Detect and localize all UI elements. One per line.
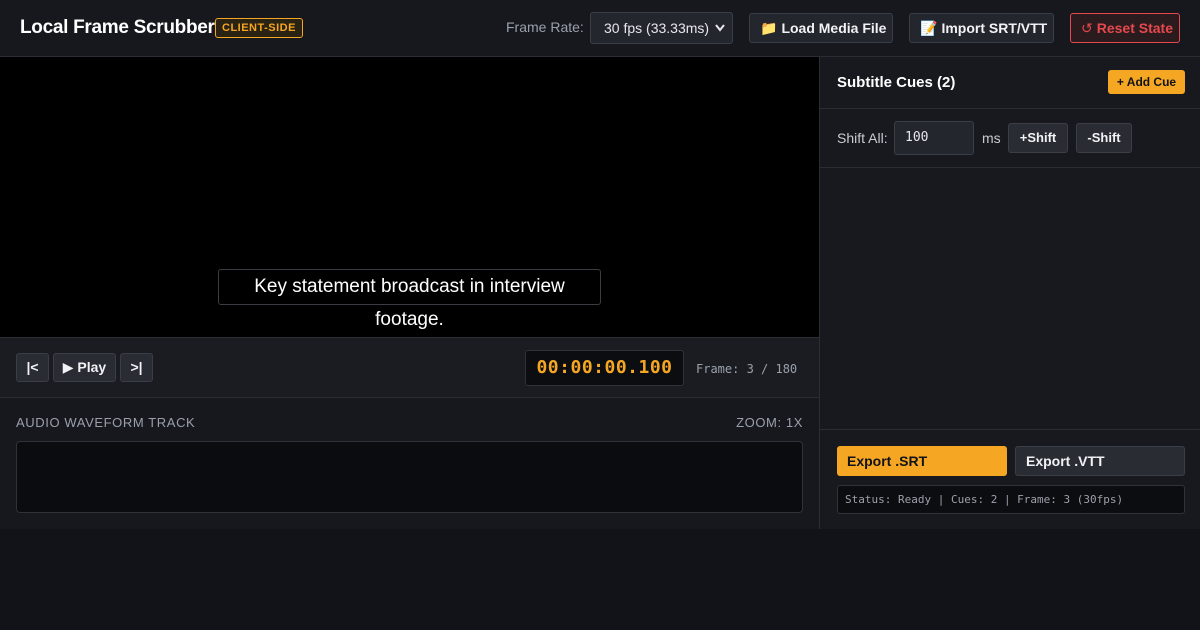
frame-rate-label: Frame Rate: (506, 19, 584, 35)
cues-header: Subtitle Cues (2) + Add Cue (820, 57, 1200, 109)
waveform-section: AUDIO WAVEFORM TRACK ZOOM: 1X (0, 398, 819, 529)
shift-ms-input[interactable]: 100 (894, 121, 974, 155)
reset-state-button[interactable]: ↺ Reset State (1070, 13, 1180, 43)
waveform-track[interactable] (16, 441, 803, 513)
reset-arrow-icon: ↺ (1081, 20, 1093, 36)
import-subtitles-label: Import SRT/VTT (941, 20, 1048, 36)
status-bar: Status: Ready | Cues: 2 | Frame: 3 (30fp… (837, 485, 1185, 514)
chevron-down-icon (714, 13, 726, 55)
first-frame-button[interactable]: |< (16, 353, 49, 382)
cue-list[interactable] (820, 168, 1200, 429)
reset-state-label: Reset State (1096, 20, 1173, 36)
waveform-zoom: ZOOM: 1X (736, 415, 803, 430)
frame-rate-select[interactable]: 30 fps (33.33ms) (590, 12, 733, 44)
cues-title: Subtitle Cues (2) (837, 74, 956, 91)
export-vtt-button[interactable]: Export .VTT (1015, 446, 1185, 476)
folder-icon: 📁 (760, 20, 778, 36)
export-srt-button[interactable]: Export .SRT (837, 446, 1007, 476)
last-frame-button[interactable]: >| (120, 353, 153, 382)
add-cue-button[interactable]: + Add Cue (1108, 70, 1185, 94)
shift-all-row: Shift All: 100 ms +Shift -Shift (820, 109, 1200, 168)
play-button[interactable]: ▶ Play (53, 353, 116, 382)
client-side-badge: CLIENT-SIDE (215, 18, 303, 38)
export-footer: Export .SRT Export .VTT Status: Ready | … (820, 429, 1200, 529)
timecode-display: 00:00:00.100 (525, 350, 684, 386)
shift-unit-label: ms (982, 130, 1001, 146)
frame-rate-value: 30 fps (33.33ms) (604, 20, 710, 36)
frame-readout: Frame: 3 / 180 (696, 362, 798, 376)
import-subtitles-button[interactable]: 📝 Import SRT/VTT (909, 13, 1054, 43)
load-media-button[interactable]: 📁 Load Media File (749, 13, 893, 43)
transport-bar: |< ▶ Play >| 00:00:00.100 Frame: 3 / 180 (0, 337, 819, 398)
app-header: Local Frame Scrubber CLIENT-SIDE Frame R… (0, 0, 1200, 57)
subtitle-cues-panel: Subtitle Cues (2) + Add Cue Shift All: 1… (819, 57, 1200, 529)
shift-minus-button[interactable]: -Shift (1076, 123, 1132, 153)
video-preview[interactable]: Key statement broadcast in interview foo… (0, 57, 819, 337)
shift-all-label: Shift All: (837, 130, 888, 146)
shift-plus-button[interactable]: +Shift (1008, 123, 1068, 153)
memo-icon: 📝 (920, 20, 938, 36)
waveform-title: AUDIO WAVEFORM TRACK (16, 415, 196, 430)
app-title: Local Frame Scrubber (20, 17, 215, 38)
subtitle-overlay: Key statement broadcast in interview foo… (218, 269, 601, 330)
load-media-label: Load Media File (781, 20, 887, 36)
